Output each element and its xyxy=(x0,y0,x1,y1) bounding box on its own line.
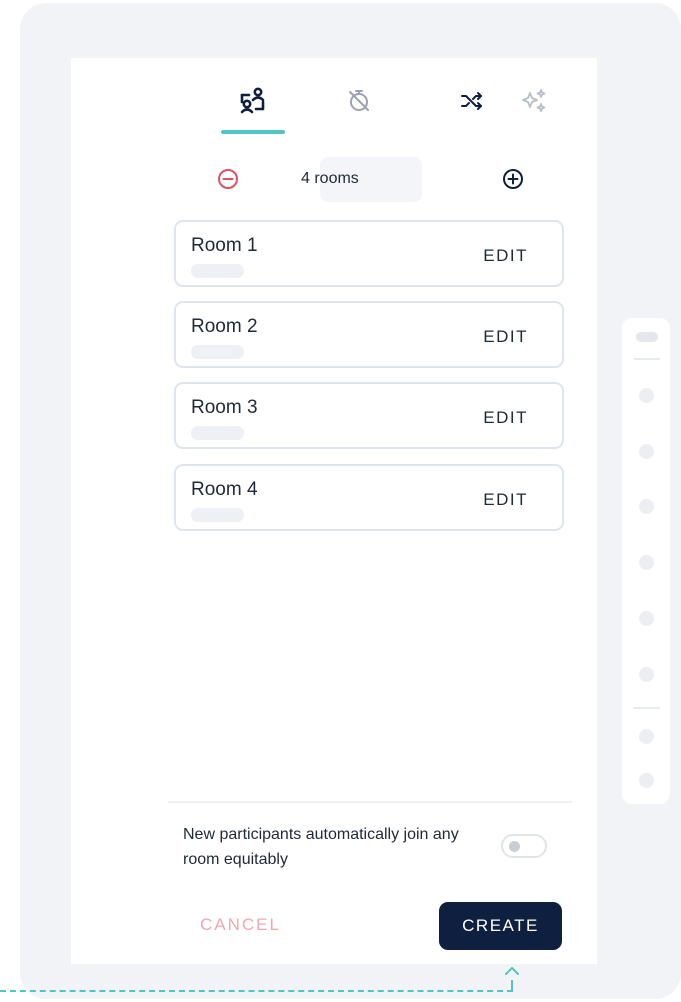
room-card: Room 3 EDIT xyxy=(174,382,564,449)
tab-ai-assist[interactable] xyxy=(518,84,552,118)
rail-dot[interactable] xyxy=(639,388,654,403)
room-name: Room 4 xyxy=(191,479,258,500)
cancel-button[interactable]: CANCEL xyxy=(200,915,281,935)
timer-off-icon xyxy=(349,90,369,111)
dashed-connector xyxy=(0,990,513,992)
room-name: Room 1 xyxy=(191,235,258,256)
rail-divider xyxy=(634,358,660,360)
edit-room-button[interactable]: EDIT xyxy=(483,327,528,347)
room-participants-placeholder xyxy=(191,426,244,440)
room-name: Room 3 xyxy=(191,397,258,418)
rail-dot[interactable] xyxy=(639,667,654,682)
remove-room-button[interactable] xyxy=(215,166,241,192)
edit-room-button[interactable]: EDIT xyxy=(483,246,528,266)
scroll-thumb[interactable] xyxy=(636,332,658,342)
tab-timer[interactable] xyxy=(342,84,376,118)
rail-divider xyxy=(634,707,660,709)
room-name: Room 2 xyxy=(191,316,258,337)
minus-circle-icon xyxy=(218,169,238,189)
rail-dot[interactable] xyxy=(639,555,654,570)
room-participants-placeholder xyxy=(191,508,244,522)
shuffle-icon xyxy=(461,92,482,110)
room-card: Room 1 EDIT xyxy=(174,220,564,287)
tab-shuffle[interactable] xyxy=(455,84,489,118)
caret-up-icon xyxy=(505,967,519,975)
rail-dot[interactable] xyxy=(639,444,654,459)
edit-room-button[interactable]: EDIT xyxy=(483,490,528,510)
auto-join-toggle[interactable] xyxy=(501,834,547,858)
auto-join-label: New participants automatically join any … xyxy=(183,826,459,868)
plus-circle-icon xyxy=(503,169,523,189)
breakout-rooms-icon xyxy=(240,87,265,114)
add-room-button[interactable] xyxy=(500,166,526,192)
create-button[interactable]: CREATE xyxy=(439,902,562,950)
room-card: Room 4 EDIT xyxy=(174,464,564,531)
sparkles-icon xyxy=(522,89,546,112)
tab-breakout-rooms[interactable] xyxy=(236,84,270,118)
active-tab-indicator xyxy=(221,130,285,134)
toggle-knob xyxy=(509,841,520,852)
rail-dot[interactable] xyxy=(639,499,654,514)
room-count-label: 4 rooms xyxy=(301,170,359,187)
room-card: Room 2 EDIT xyxy=(174,301,564,368)
edit-room-button[interactable]: EDIT xyxy=(483,408,528,428)
footer-divider xyxy=(168,801,572,803)
room-participants-placeholder xyxy=(191,264,244,278)
rail-dot[interactable] xyxy=(639,611,654,626)
connector-stem xyxy=(511,980,513,991)
rail-dot[interactable] xyxy=(639,773,654,788)
rail-dot[interactable] xyxy=(639,729,654,744)
room-participants-placeholder xyxy=(191,345,244,359)
